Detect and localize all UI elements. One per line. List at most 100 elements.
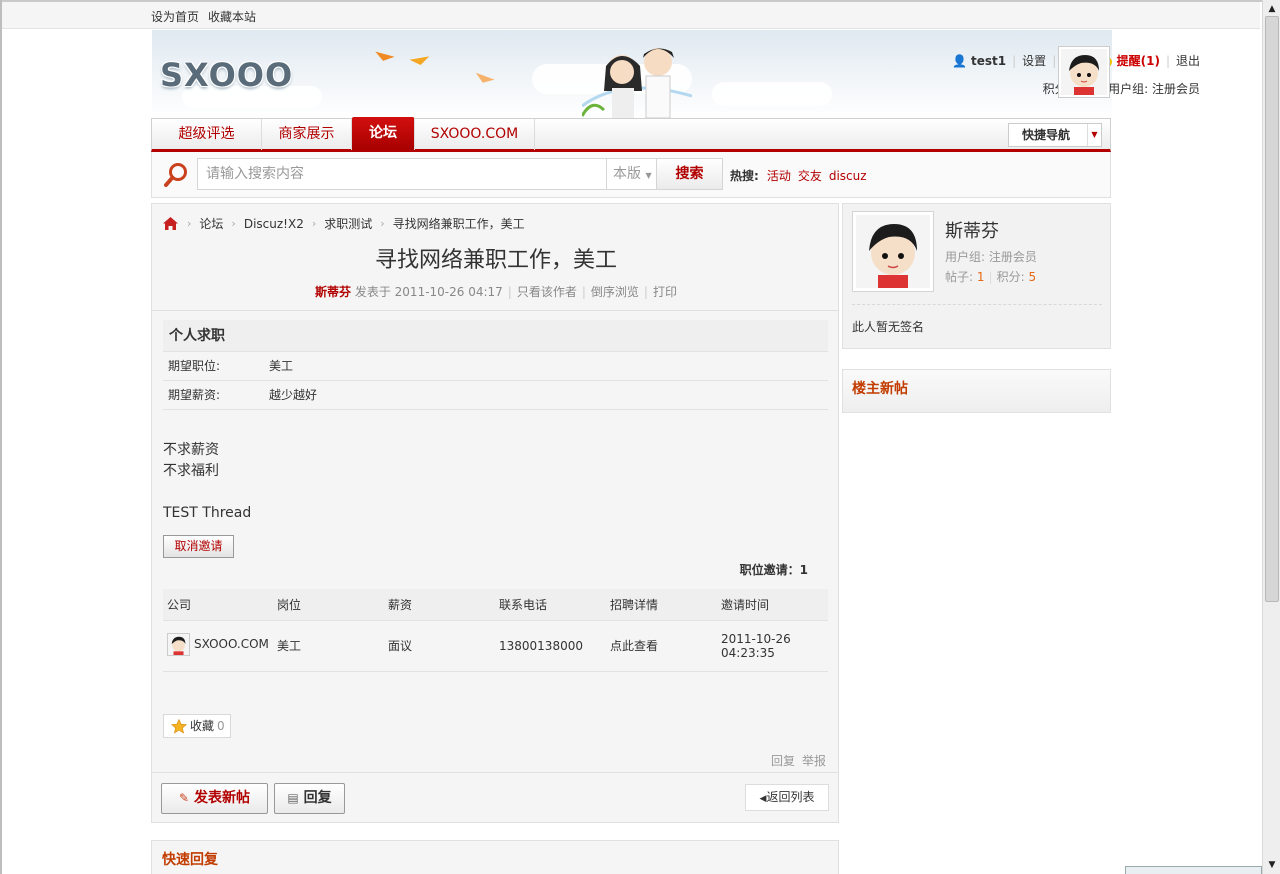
logout-link[interactable]: 退出 (1176, 54, 1200, 68)
reverse-order-link[interactable]: 倒序浏览 (591, 285, 639, 299)
scroll-up-icon[interactable]: ▲ (1266, 3, 1278, 15)
post-date: 发表于 2011-10-26 04:17 (354, 285, 503, 299)
position-cell: 美工 (273, 620, 384, 672)
author-post-count[interactable]: 1 (977, 270, 985, 284)
top-bar: 设为首页 收藏本站 (2, 2, 1260, 29)
search-button[interactable]: 搜索 (657, 158, 723, 190)
author-signature: 此人暂无签名 (852, 320, 925, 334)
reply-icon: ▤ (287, 791, 299, 805)
field-value: 美工 (269, 359, 294, 373)
usergroup-link[interactable]: 用户组: 注册会员 (1108, 82, 1200, 96)
phone-cell: 13800138000 (495, 620, 606, 672)
author-avatar[interactable] (852, 211, 934, 292)
company-cell[interactable]: SXOOO.COM (163, 620, 273, 672)
user-icon: 👤 (952, 54, 968, 68)
column-header: 薪资 (384, 589, 495, 621)
table-header-row: 公司 岗位 薪资 联系电话 招聘详情 邀请时间 (163, 589, 828, 621)
author-points[interactable]: 5 (1028, 270, 1036, 284)
nav-item-merchants[interactable]: 商家展示 (262, 119, 352, 150)
paper-plane-icon (473, 72, 495, 87)
view-author-only-link[interactable]: 只看该作者 (517, 285, 577, 299)
site-logo[interactable]: SXOOO (160, 56, 293, 94)
main-nav: 超级评选 商家展示 论坛 SXOOO.COM 快捷导航 ▼ (151, 117, 1111, 152)
favorite-button[interactable]: 收藏 0 (163, 714, 231, 738)
divider (152, 310, 838, 311)
set-home-link[interactable]: 设为首页 (151, 10, 199, 24)
breadcrumb-board[interactable]: 求职测试 (324, 215, 372, 232)
author-name-link[interactable]: 斯蒂芬 (945, 217, 999, 243)
nav-item-sxooo[interactable]: SXOOO.COM (415, 119, 535, 150)
column-header: 联系电话 (495, 589, 606, 621)
detail-link[interactable]: 点此查看 (606, 620, 717, 672)
remind-link[interactable]: 提醒(1) (1117, 54, 1160, 68)
couple-illustration (582, 48, 692, 118)
body-line: TEST Thread (163, 505, 252, 521)
breadcrumb-discuz[interactable]: Discuz!X2 (244, 217, 304, 231)
reply-button[interactable]: ▤ 回复 (274, 783, 345, 814)
author-new-posts-title: 楼主新帖 (852, 381, 908, 397)
cartoon-avatar-icon (1061, 49, 1107, 95)
author-new-posts-panel: 楼主新帖 (842, 369, 1111, 413)
scroll-down-icon[interactable]: ▼ (1266, 859, 1278, 871)
divider (852, 304, 1102, 305)
invite-time-cell: 2011-10-26 04:23:35 (717, 620, 828, 672)
settings-link[interactable]: 设置 (1022, 54, 1046, 68)
body-line: 不求福利 (163, 463, 219, 479)
user-avatar[interactable] (1058, 46, 1110, 98)
hot-keyword[interactable]: discuz (829, 169, 867, 183)
nav-item-super-vote[interactable]: 超级评选 (152, 119, 262, 150)
new-post-button[interactable]: ✎ 发表新帖 (161, 783, 268, 814)
hot-search-label: 热搜: (730, 169, 759, 183)
field-label: 期望职位: (168, 359, 221, 373)
scrollbar-thumb[interactable] (1265, 16, 1279, 602)
invite-count: 职位邀请：1 (739, 563, 808, 577)
window-left-border (0, 0, 2, 874)
post-meta: 斯蒂芬 发表于 2011-10-26 04:17 | 只看该作者 | 倒序浏览 | 打印 (315, 285, 677, 299)
quick-reply-title: 快速回复 (162, 852, 218, 868)
star-icon (171, 718, 187, 734)
quick-nav-button[interactable]: 快捷导航 ▼ (1008, 123, 1102, 147)
job-info-box: 个人求职 期望职位: 美工 期望薪资: 越少越好 (163, 320, 828, 410)
cartoon-avatar-icon (856, 215, 930, 288)
column-header: 邀请时间 (717, 589, 828, 621)
chevron-down-icon: ▼ (645, 171, 652, 180)
hot-keyword[interactable]: 交友 (798, 169, 822, 183)
job-info-title: 个人求职 (163, 320, 828, 352)
back-to-list-button[interactable]: ◀返回列表 (745, 784, 829, 811)
breadcrumb-forum[interactable]: 论坛 (199, 215, 223, 232)
report-link[interactable]: 举报 (802, 754, 826, 768)
search-scope-select[interactable]: 本版 ▼ (607, 158, 657, 190)
table-row: SXOOO.COM 美工 面议 13800138000 点此查看 2011-10… (163, 620, 828, 672)
company-name[interactable]: SXOOO.COM (194, 637, 269, 651)
cancel-invite-button[interactable]: 取消邀请 (163, 535, 234, 558)
body-line: 不求薪资 (163, 442, 219, 458)
caret-down-icon: ▼ (1087, 124, 1101, 146)
invite-clock: 04:23:35 (721, 645, 775, 660)
post-author-link[interactable]: 斯蒂芬 (315, 285, 351, 299)
post-title: 寻找网络兼职工作，美工 (374, 248, 617, 273)
hot-keyword[interactable]: 活动 (767, 169, 791, 183)
field-value: 越少越好 (269, 388, 318, 402)
nav-item-forum[interactable]: 论坛 (352, 117, 415, 150)
breadcrumb: › 论坛 › Discuz!X2 › 求职测试 › 寻找网络兼职工作，美工 (162, 215, 525, 232)
breadcrumb-thread[interactable]: 寻找网络兼职工作，美工 (393, 215, 525, 232)
search-input[interactable]: 请输入搜索内容 (197, 158, 607, 190)
pencil-icon: ✎ (179, 791, 190, 805)
reply-link[interactable]: 回复 (771, 754, 795, 768)
vertical-scrollbar[interactable]: ▲ ▼ (1262, 0, 1280, 874)
home-icon[interactable] (162, 216, 179, 231)
search-bar: 请输入搜索内容 本版 ▼ 搜索 热搜: 活动 交友 discuz (151, 152, 1111, 198)
salary-cell: 面议 (384, 620, 495, 672)
job-info-row: 期望薪资: 越少越好 (163, 381, 828, 410)
invite-date: 2011-10-26 (721, 631, 791, 646)
field-label: 期望薪资: (168, 388, 221, 402)
author-stats: 帖子: 1 | 积分: 5 (945, 270, 1037, 284)
taskbar-popup-edge (1125, 866, 1262, 874)
quick-reply-panel: 快速回复 (151, 840, 839, 874)
username-link[interactable]: test1 (971, 54, 1006, 68)
bookmark-site-link[interactable]: 收藏本站 (208, 10, 256, 24)
hot-searches: 热搜: 活动 交友 discuz (730, 167, 874, 184)
print-link[interactable]: 打印 (653, 285, 677, 299)
top-links: 设为首页 收藏本站 (151, 8, 265, 25)
author-usergroup: 用户组: 注册会员 (945, 250, 1037, 264)
